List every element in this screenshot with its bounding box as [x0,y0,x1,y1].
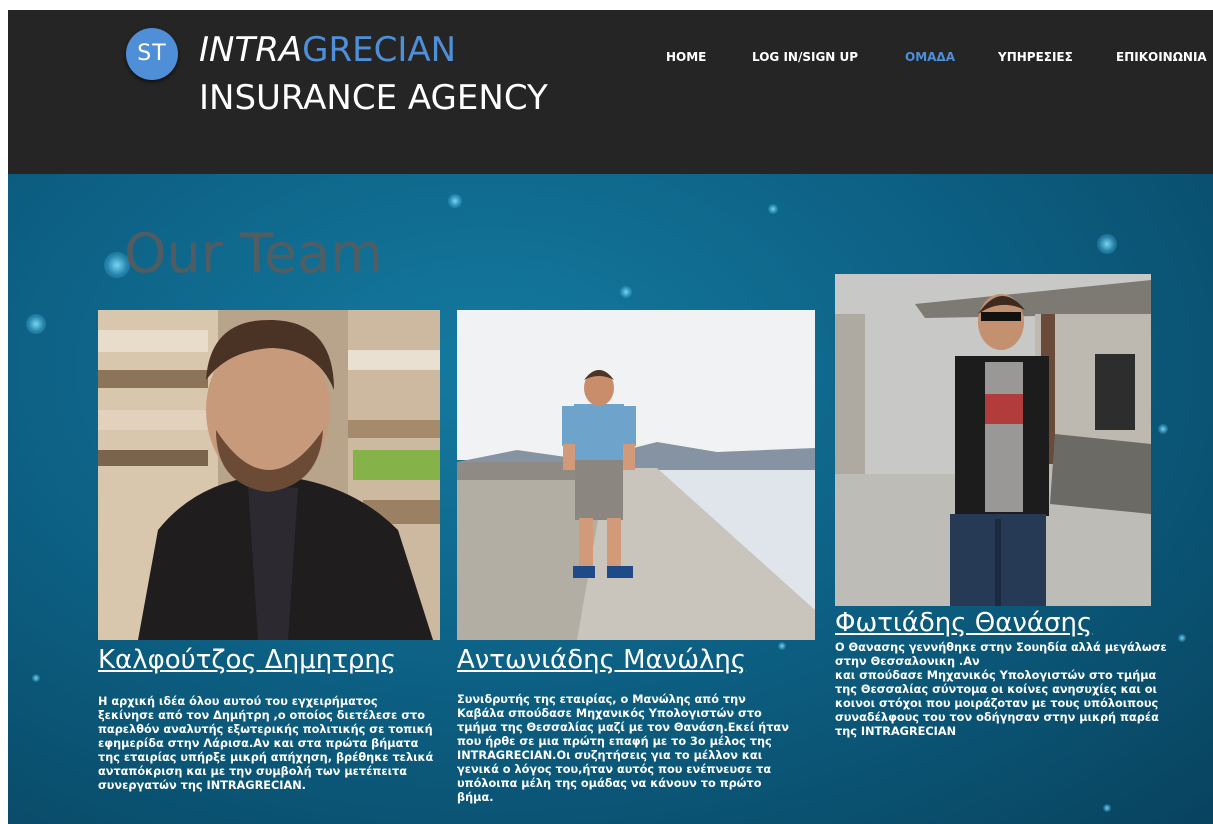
member-name-fotiadis[interactable]: Φωτιάδης Θανάσης [835,607,1092,639]
bio-line: ανταπόκριση και με την συμβολή των μετέπ… [98,765,408,778]
bio-line: παρελθόν αναλυτής εξωτερικής πολιτικής σ… [98,723,433,736]
member-bio-kalfoutzos: Η αρχική ιδέα όλου αυτού του εγχειρήματο… [98,695,433,793]
bio-line: κοινοι στόχοι που μοιράζοταν με τους υπό… [835,697,1159,710]
bokeh-light [1178,634,1186,642]
nav-login-signup[interactable]: LOG IN/SIGN UP [752,50,858,64]
bokeh-light [768,204,778,214]
bio-line: Η αρχική ιδέα όλου αυτού του εγχειρήματο… [98,695,378,708]
bokeh-light [1158,424,1168,434]
logo-title-part1: INTRA [199,30,303,70]
team-section: Our Team Καλφούτζος Δημητρης Η αρχική ιδ… [8,174,1213,824]
bio-line: της εταιρίας υπήρξε μικρή απήχηση, βρέθη… [98,751,434,764]
bio-line: Καβάλα σπούδασε Μηχανικός Υπολογιστών στ… [457,707,762,720]
member-bio-fotiadis: Ο Θανασης γεννήθηκε στην Σουηδία αλλά με… [835,641,1167,739]
bokeh-light [26,314,46,334]
bokeh-light [778,642,786,650]
bio-line: Συνιδρυτής της εταιρίας, ο Μανώλης από τ… [457,693,746,706]
member-name-antoniadis[interactable]: Αντωνιάδης Μανώλης [457,644,746,676]
bokeh-light [1103,804,1111,812]
nav-contact[interactable]: ΕΠΙΚΟΙΝΩΝΙΑ [1116,50,1207,64]
logo-title-part2: GRECIAN [302,30,457,70]
bio-line: τμήμα της Θεσσαλίας μαζί με τον Θανάση.Ε… [457,721,789,734]
person-photo-icon [98,310,440,640]
bokeh-light [1097,234,1117,254]
bio-line: INTRAGRECIAN.Οι συζητήσεις για το μέλλον… [457,749,763,762]
page-title: Our Team [124,222,383,285]
bio-line: συνεργατών της INTRAGRECIAN. [98,779,306,792]
bio-line: Ο Θανασης γεννήθηκε στην Σουηδία αλλά με… [835,641,1167,654]
bio-line: ξεκίνησε από τον Δημήτρη ,ο οποίος διετέ… [98,709,425,722]
person-photo-icon [835,274,1151,606]
page-frame: ST INTRAGRECIAN INSURANCE AGENCY HOME LO… [8,10,1213,824]
member-photo-kalfoutzos[interactable] [98,310,440,640]
bio-line: στην Θεσσαλονικη .Αν [835,655,980,668]
logo-title[interactable]: INTRAGRECIAN [199,30,456,70]
person-photo-icon [457,310,815,640]
bio-line: βήμα. [457,791,494,804]
bokeh-light [620,286,632,298]
nav-services[interactable]: ΥΠΗΡΕΣΙΕΣ [998,50,1073,64]
nav-team[interactable]: ΟΜΑΔΑ [905,50,955,64]
member-photo-fotiadis[interactable] [835,274,1151,606]
bio-line: υπόλοιπα μέλη της ομάδας να κάνουν το πρ… [457,777,762,790]
member-name-kalfoutzos[interactable]: Καλφούτζος Δημητρης [98,644,396,676]
bio-line: της INTRAGRECIAN [835,725,957,738]
bokeh-light [448,194,462,208]
bio-line: συναδέλφους του τον οδήγησαν στην μικρή … [835,711,1159,724]
site-header: ST INTRAGRECIAN INSURANCE AGENCY HOME LO… [8,10,1213,174]
bio-line: γενικά ο λόγος του,ήταν αυτός που ενέπνε… [457,763,772,776]
bio-line: και σπούδασε Μηχανικός Υπολογιστών στο τ… [835,669,1157,682]
bokeh-light [32,674,40,682]
bio-line: της Θεσσαλίας σύντομα οι κοίνες ανησυχίε… [835,683,1157,696]
nav-home[interactable]: HOME [666,50,706,64]
bio-line: που ήρθε σε μια πρώτη επαφή με το 3ο μέλ… [457,735,772,748]
member-photo-antoniadis[interactable] [457,310,815,640]
logo-subtitle[interactable]: INSURANCE AGENCY [199,78,548,118]
logo-badge[interactable]: ST [126,28,178,80]
member-bio-antoniadis: Συνιδρυτής της εταιρίας, ο Μανώλης από τ… [457,693,789,805]
bio-line: εφημερίδα στην Λάρισα.Αν και στα πρώτα β… [98,737,419,750]
